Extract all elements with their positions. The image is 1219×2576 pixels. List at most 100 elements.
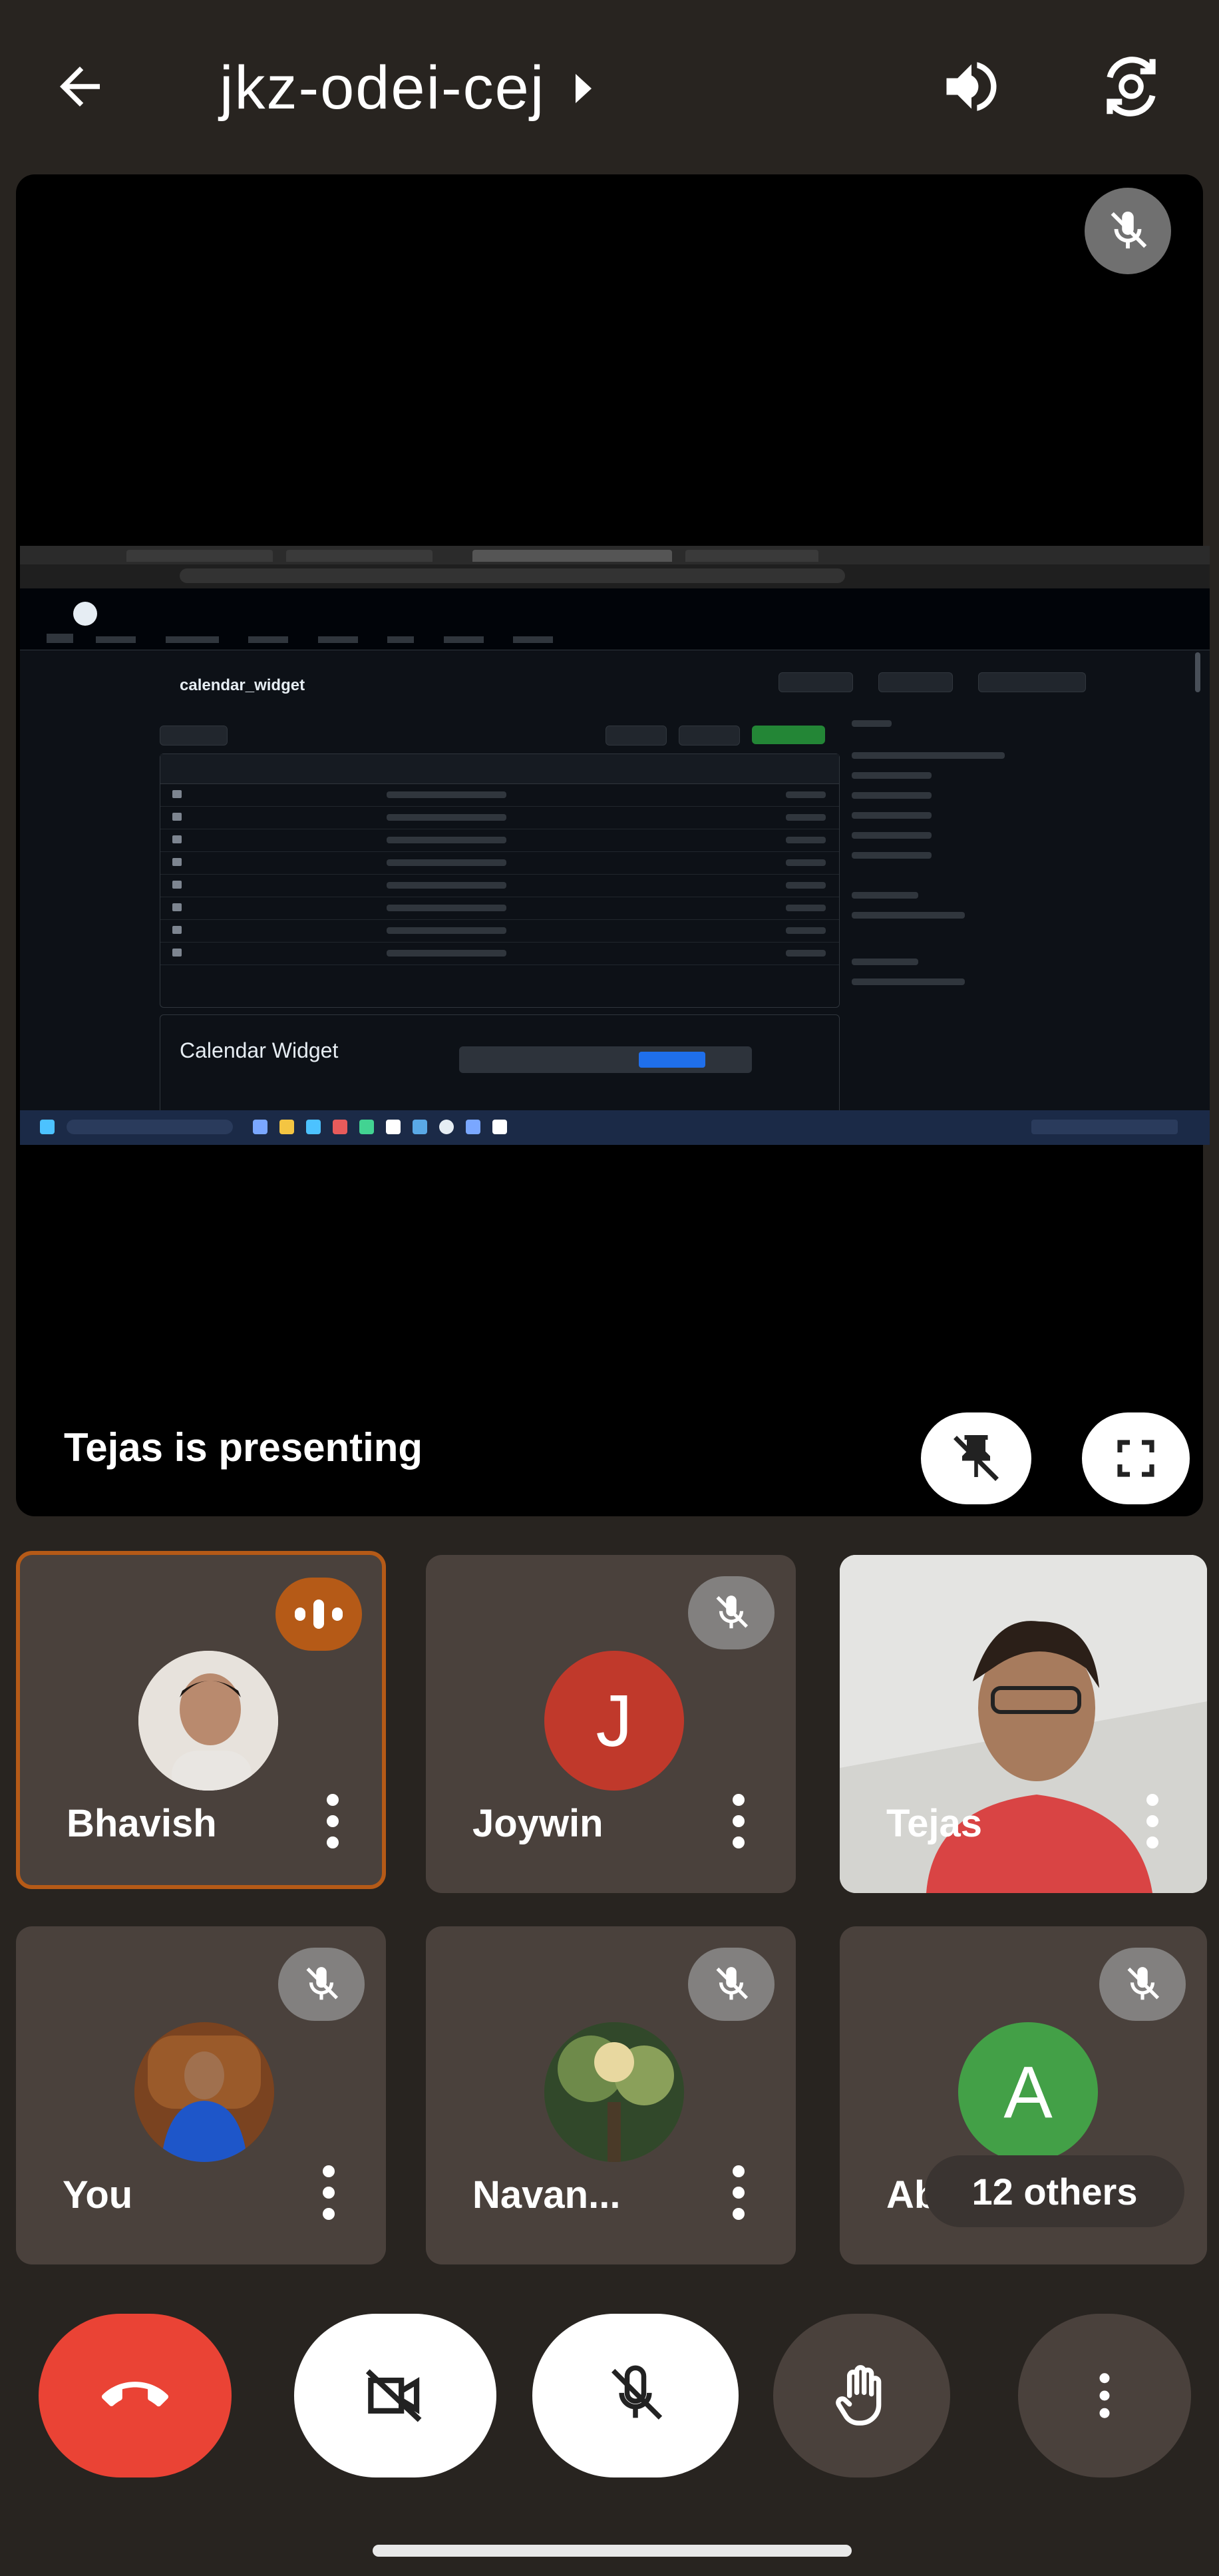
raise-hand-icon <box>836 2365 882 2426</box>
taskbar-app-icon <box>359 1120 374 1134</box>
avatar <box>138 1651 278 1791</box>
presenting-label: Tejas is presenting <box>64 1425 423 1470</box>
audio-output-button[interactable] <box>932 47 1011 126</box>
avatar-photo <box>134 2022 274 2162</box>
about-line <box>852 752 1005 759</box>
phone-hangup-icon <box>102 2382 168 2407</box>
participant-tile-joywin[interactable]: J Joywin <box>426 1555 796 1893</box>
mic-off-icon <box>716 1596 749 1629</box>
others-count-button[interactable]: 12 others <box>925 2155 1184 2227</box>
about-line <box>852 852 932 859</box>
participant-name: Tejas <box>886 1802 983 1845</box>
switch-camera-button[interactable] <box>1091 47 1171 126</box>
fullscreen-button[interactable] <box>1082 1412 1190 1504</box>
participant-tile-bhavish[interactable]: Bhavish <box>16 1551 386 1889</box>
meeting-code: jkz-odei-cej <box>220 54 546 122</box>
caret-right-icon <box>576 73 592 103</box>
avatar-photo <box>544 2022 684 2162</box>
avatar-letter: J <box>596 1679 633 1762</box>
taskbar-app-icon <box>279 1120 294 1134</box>
raise-hand-button[interactable] <box>773 2314 950 2477</box>
participant-tile-navan[interactable]: Navan... <box>426 1926 796 2264</box>
file-row <box>160 851 839 875</box>
muted-indicator <box>278 1948 365 2021</box>
participant-options-button[interactable] <box>1132 1781 1172 1861</box>
meeting-code-button[interactable]: jkz-odei-cej <box>220 53 592 123</box>
github-logo-icon <box>73 602 97 626</box>
browser-tab <box>685 550 818 562</box>
file-row <box>160 874 839 897</box>
readme-heading: Calendar Widget <box>180 1038 339 1062</box>
share-notification-toast <box>459 1046 752 1073</box>
taskbar-app-icon <box>413 1120 427 1134</box>
about-line <box>852 792 932 799</box>
unpin-button[interactable] <box>921 1412 1031 1504</box>
participant-name: Bhavish <box>67 1802 217 1845</box>
end-call-button[interactable] <box>39 2314 232 2477</box>
muted-indicator <box>1099 1948 1186 2021</box>
taskbar-app-icon <box>439 1120 454 1134</box>
taskbar-search <box>67 1120 233 1134</box>
packages-line <box>852 978 965 985</box>
camera-off-icon <box>365 2369 422 2422</box>
home-indicator[interactable] <box>373 2545 852 2557</box>
browser-tab <box>126 550 273 562</box>
switch-camera-icon <box>1107 57 1156 116</box>
speaker-icon <box>946 62 997 111</box>
presenter-muted-indicator <box>1085 188 1171 274</box>
taskbar-app-icon <box>253 1120 267 1134</box>
mic-off-icon <box>1127 1967 1160 2000</box>
file-row <box>160 806 839 829</box>
branch-button <box>160 726 228 746</box>
speaking-indicator-icon <box>275 1578 362 1651</box>
taskbar-tray <box>1031 1120 1178 1134</box>
muted-indicator <box>688 1948 775 2021</box>
file-table <box>160 753 840 1008</box>
latest-commit-row <box>160 754 839 784</box>
browser-url-field <box>180 568 845 583</box>
mic-toggle-button[interactable] <box>532 2314 739 2477</box>
star-button <box>978 672 1086 692</box>
browser-tab <box>472 550 672 562</box>
more-options-button[interactable] <box>1018 2314 1191 2477</box>
top-bar <box>0 0 1219 173</box>
start-icon <box>40 1120 55 1134</box>
unpin-icon <box>954 1435 999 1481</box>
packages-heading <box>852 959 918 965</box>
taskbar-app-icon <box>466 1120 480 1134</box>
back-button[interactable] <box>40 47 120 126</box>
mic-off-icon <box>306 1967 339 2000</box>
participant-options-button[interactable] <box>313 1781 353 1861</box>
repo-title: calendar_widget <box>180 676 305 694</box>
camera-toggle-button[interactable] <box>294 2314 496 2477</box>
fullscreen-icon <box>1117 1440 1154 1477</box>
goto-file-button <box>606 726 667 746</box>
shared-screen: calendar_widget Calendar Widget <box>20 546 1210 1145</box>
avatar-photo <box>138 1651 278 1791</box>
file-row <box>160 897 839 920</box>
taskbar-app-icon <box>333 1120 347 1134</box>
fork-button <box>878 672 953 692</box>
avatar <box>544 2022 684 2162</box>
participant-name: You <box>63 2173 133 2217</box>
avatar <box>134 2022 274 2162</box>
about-line <box>852 832 932 839</box>
mic-off-icon <box>611 2365 663 2420</box>
participant-options-button[interactable] <box>309 2153 349 2233</box>
taskbar-app-icon <box>306 1120 321 1134</box>
mic-off-icon <box>1111 211 1147 249</box>
participant-tile-you[interactable]: You <box>16 1926 386 2264</box>
participant-tile-tejas[interactable]: Tejas <box>840 1555 1207 1893</box>
avatar: A <box>958 2022 1098 2162</box>
participant-options-button[interactable] <box>719 2153 759 2233</box>
participant-name: Navan... <box>472 2173 621 2217</box>
browser-tab <box>286 550 433 562</box>
page-scrollbar <box>1195 652 1200 692</box>
taskbar-app-icon <box>492 1120 507 1134</box>
about-heading <box>852 720 892 727</box>
avatar: J <box>544 1651 684 1791</box>
participant-options-button[interactable] <box>719 1781 759 1861</box>
code-button <box>752 726 825 744</box>
watch-button <box>779 672 853 692</box>
releases-heading <box>852 892 918 899</box>
